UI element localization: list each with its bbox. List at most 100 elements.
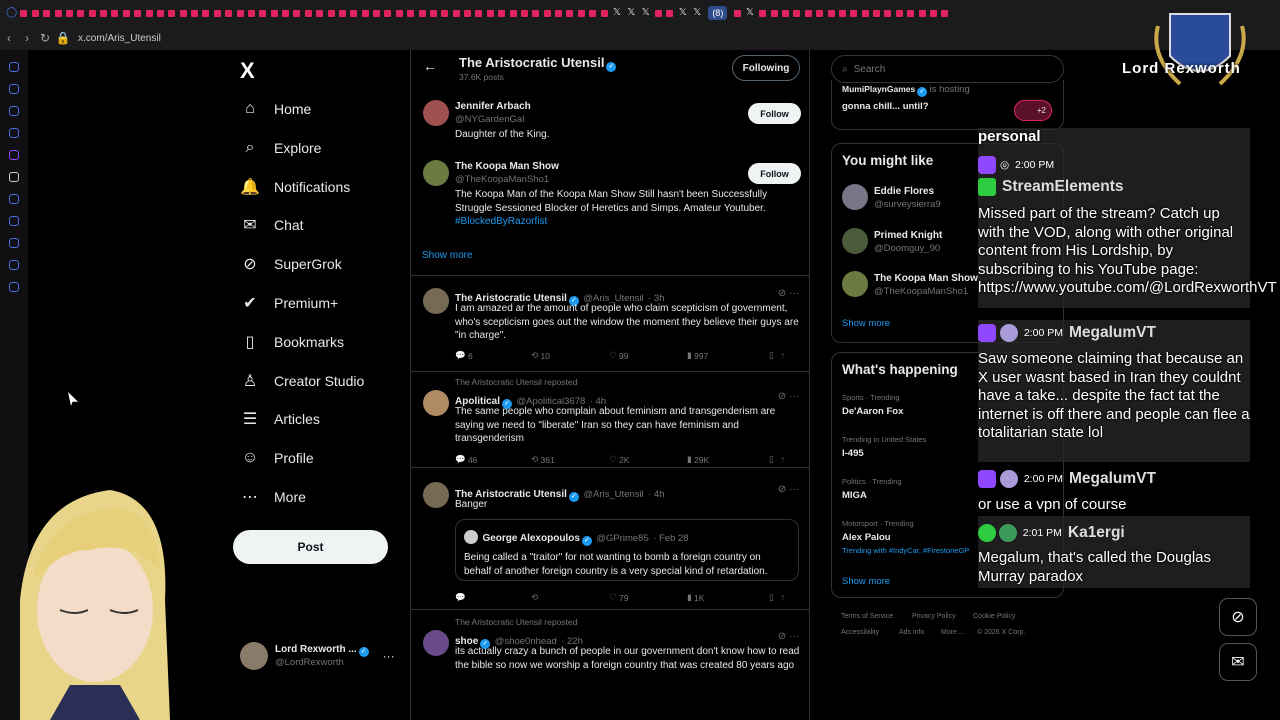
account-switcher[interactable]: Lord Rexworth ... ✓ @LordRexworth ···	[240, 642, 395, 670]
footer-link[interactable]: Ads info	[899, 629, 924, 636]
like-button[interactable]: ♡ 99	[609, 350, 687, 361]
sidebar-app-icon[interactable]	[9, 62, 19, 72]
browser-tab[interactable]: 𝕏	[612, 7, 622, 19]
sidebar-app-icon[interactable]	[9, 260, 19, 270]
browser-tab[interactable]	[247, 9, 255, 17]
browser-tab[interactable]	[441, 9, 449, 17]
repost-button[interactable]: ⟲ 361	[531, 454, 609, 465]
views-button[interactable]: ▮ 1K	[687, 592, 769, 603]
messages-button[interactable]: ✉	[1219, 643, 1257, 681]
browser-tab[interactable]	[418, 9, 426, 17]
footer-link[interactable]: Privacy Policy	[912, 613, 956, 620]
nav-home[interactable]: ⌂ Home	[240, 96, 311, 122]
browser-tab[interactable]	[666, 9, 674, 17]
grok-button[interactable]: ⊘	[1219, 598, 1257, 636]
browser-tab[interactable]	[156, 9, 164, 17]
footer-link[interactable]: Cookie Policy	[973, 613, 1015, 620]
trend-related[interactable]: Trending with #IndyCar, #FirestoneGP	[842, 546, 969, 555]
repost-button[interactable]: ⟲	[531, 592, 609, 603]
browser-tab[interactable]	[816, 9, 824, 17]
back-arrow-icon[interactable]: ←	[423, 58, 437, 74]
browser-tab[interactable]	[918, 9, 926, 17]
reply-button[interactable]: 💬 46	[455, 454, 531, 465]
nav-explore[interactable]: ⌕ Explore	[240, 135, 322, 161]
browser-tab[interactable]	[429, 9, 437, 17]
sidebar-app-icon[interactable]	[9, 172, 19, 182]
more-dots-icon[interactable]: ···	[383, 649, 395, 663]
active-tab[interactable]: (8)	[708, 6, 728, 20]
browser-tab[interactable]	[327, 9, 335, 17]
sidebar-app-icon[interactable]	[9, 106, 19, 116]
browser-tab[interactable]	[77, 9, 85, 17]
trend-name[interactable]: MIGA	[842, 490, 867, 501]
browser-tab[interactable]	[941, 9, 949, 17]
browser-tab[interactable]	[804, 9, 812, 17]
browser-tab[interactable]	[350, 9, 358, 17]
nav-notifications[interactable]: 🔔 Notifications	[240, 174, 350, 200]
bookmark-icon[interactable]: ▯ ↑	[769, 592, 785, 603]
back-icon[interactable]: ‹	[0, 31, 18, 45]
post-more-icon[interactable]: ⊘ ···	[778, 484, 799, 495]
nav-supergrok[interactable]: ⊘ SuperGrok	[240, 251, 341, 277]
browser-tab[interactable]	[770, 9, 778, 17]
browser-tab[interactable]	[577, 9, 585, 17]
space-card[interactable]: MumiPlaynGames ✓ is hosting gonna chill..…	[831, 80, 1064, 130]
browser-tab[interactable]	[407, 9, 415, 17]
forward-icon[interactable]: ›	[18, 31, 36, 45]
browser-tab[interactable]	[884, 9, 892, 17]
trend-name[interactable]: I-495	[842, 448, 864, 459]
browser-tab[interactable]	[202, 9, 210, 17]
post-more-icon[interactable]: ⊘ ···	[778, 288, 799, 299]
browser-tab[interactable]	[850, 9, 858, 17]
browser-tab[interactable]	[122, 9, 130, 17]
browser-tab[interactable]	[861, 9, 869, 17]
browser-menu-icon[interactable]: ◯	[6, 7, 17, 19]
browser-tab[interactable]: 𝕏	[692, 7, 702, 19]
post-button[interactable]: Post	[233, 530, 388, 564]
browser-tab[interactable]: 𝕏	[678, 7, 688, 19]
browser-tab[interactable]	[282, 9, 289, 17]
reply-button[interactable]: 💬 6	[455, 350, 531, 361]
browser-tab[interactable]	[384, 9, 392, 17]
hashtag-link[interactable]: #BlockedByRazorfist	[455, 216, 547, 227]
browser-tab[interactable]	[873, 9, 880, 17]
show-more-link[interactable]: Show more	[842, 318, 890, 329]
browser-tab[interactable]	[555, 9, 562, 17]
browser-tab[interactable]	[486, 9, 494, 17]
quoted-post[interactable]: George Alexopoulos ✓ @GPrime85 · Feb 28 B…	[455, 519, 799, 581]
repost-button[interactable]: ⟲ 10	[531, 350, 609, 361]
post[interactable]: The Aristocratic Utensil ✓ @Aris_Utensil …	[411, 276, 809, 372]
x-logo[interactable]: X	[240, 58, 255, 84]
views-button[interactable]: ▮ 997	[687, 350, 769, 361]
following-button[interactable]: Following	[732, 55, 800, 81]
browser-tab[interactable]	[509, 9, 517, 17]
sidebar-app-icon[interactable]	[9, 150, 19, 160]
browser-tab[interactable]	[225, 9, 233, 17]
like-button[interactable]: ♡ 79	[609, 592, 687, 603]
browser-tab[interactable]	[464, 9, 471, 17]
browser-tab[interactable]	[43, 9, 51, 17]
reload-icon[interactable]: ↻	[36, 31, 54, 45]
browser-tab[interactable]	[600, 9, 608, 17]
browser-tab[interactable]	[782, 9, 789, 17]
browser-tab[interactable]	[191, 9, 198, 17]
nav-more[interactable]: ⋯ More	[240, 484, 306, 510]
browser-tab[interactable]	[452, 9, 460, 17]
follow-button[interactable]: Follow	[748, 163, 801, 184]
footer-link[interactable]: Terms of Service	[841, 613, 893, 620]
browser-tab[interactable]	[213, 9, 221, 17]
browser-tab[interactable]	[929, 9, 937, 17]
nav-articles[interactable]: ☰ Articles	[240, 406, 320, 432]
browser-tab[interactable]: 𝕏	[641, 7, 651, 19]
views-button[interactable]: ▮ 29K	[687, 454, 769, 465]
follow-button[interactable]: Follow	[748, 103, 801, 124]
nav-profile[interactable]: ☺ Profile	[240, 445, 314, 471]
browser-tab[interactable]	[88, 9, 96, 17]
nav-creator-studio[interactable]: ♙ Creator Studio	[240, 368, 364, 394]
browser-tab[interactable]	[316, 9, 324, 17]
browser-tab[interactable]	[259, 9, 267, 17]
browser-tab[interactable]	[838, 9, 846, 17]
browser-tab[interactable]	[361, 9, 369, 17]
post[interactable]: The Aristocratic Utensil reposted Apolit…	[411, 372, 809, 468]
nav-premium[interactable]: ✔ Premium+	[240, 290, 338, 316]
